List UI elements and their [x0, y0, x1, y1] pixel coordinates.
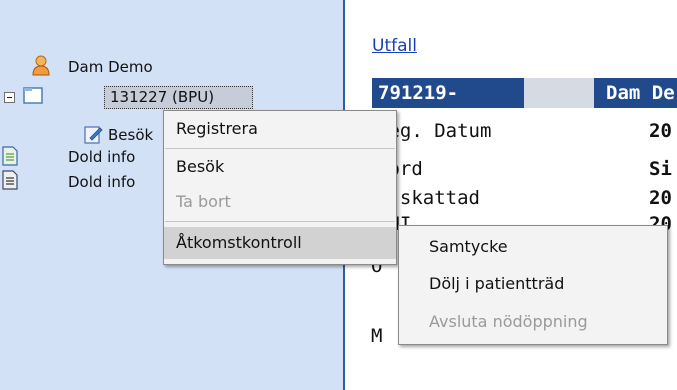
- patient-name-header: Dam De: [606, 82, 675, 104]
- masked-id-block: [524, 78, 594, 108]
- submenu-item-end-emergency-access: Avsluta nödöppning: [429, 312, 588, 331]
- tree-visit-node[interactable]: Besök: [108, 126, 153, 144]
- info-value: 20: [649, 120, 672, 142]
- menu-item-register[interactable]: Registrera: [164, 113, 396, 144]
- hidden-info-document-icon: [2, 170, 18, 190]
- menu-separator: [165, 221, 395, 222]
- hidden-info-document-icon: [2, 146, 18, 166]
- tree-hidden-info-1[interactable]: Dold info: [68, 148, 135, 166]
- person-icon: [32, 55, 50, 76]
- tree-node-selected[interactable]: 131227 (BPU): [104, 86, 253, 109]
- patient-header-bar: 791219- Dam De: [372, 78, 677, 108]
- menu-item-visit[interactable]: Besök: [164, 151, 396, 182]
- patient-id: 791219-: [378, 82, 459, 104]
- info-value: 20: [649, 187, 672, 209]
- context-menu: Registrera Besök Ta bort Åtkomstkontroll: [163, 110, 397, 265]
- tree-hidden-info-2[interactable]: Dold info: [68, 173, 135, 191]
- info-value: Si: [649, 158, 672, 180]
- menu-item-delete: Ta bort: [176, 192, 231, 211]
- access-control-submenu: Samtycke Dölj i patientträd Avsluta nödö…: [398, 225, 668, 345]
- visit-document-icon: [84, 126, 103, 144]
- submenu-item-hide-in-tree[interactable]: Dölj i patientträd: [399, 268, 667, 299]
- collapse-toggle-icon[interactable]: [4, 92, 15, 103]
- outcome-link[interactable]: Utfall: [372, 36, 417, 56]
- submenu-item-consent[interactable]: Samtycke: [399, 231, 667, 262]
- partial-text-m: M: [371, 325, 383, 347]
- document-folder-icon: [23, 87, 43, 104]
- tree-patient-name[interactable]: Dam Demo: [68, 58, 153, 76]
- menu-item-access-control[interactable]: Åtkomstkontroll: [164, 227, 396, 259]
- menu-separator: [165, 148, 395, 149]
